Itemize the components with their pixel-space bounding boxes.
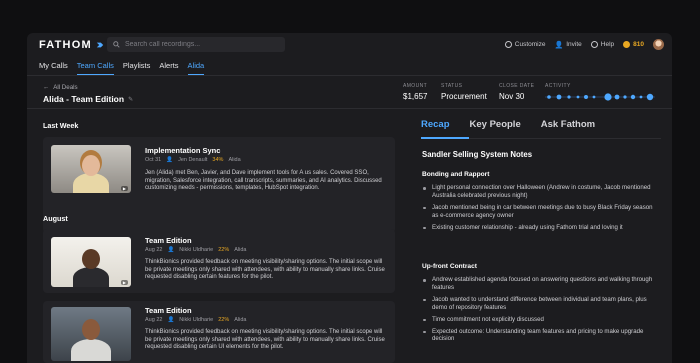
note-item: Andrew established agenda focused on ans… xyxy=(422,276,658,292)
logo[interactable]: FATHOM xyxy=(39,39,104,51)
stat-value: Procurement xyxy=(441,92,487,101)
note-item: Time commitment not explicitly discussed xyxy=(422,316,658,324)
arrow-left-icon: ← xyxy=(43,84,50,91)
back-to-deals-link[interactable]: ← All Deals xyxy=(43,84,78,91)
activity-timeline[interactable] xyxy=(545,91,655,103)
logo-mark-icon xyxy=(96,42,104,48)
call-company: Alida xyxy=(234,317,247,323)
main-nav: My Calls Team Calls Playlists Alerts Ali… xyxy=(39,61,205,75)
logo-text: FATHOM xyxy=(39,39,92,51)
stat-close-date: CLOSE DATE Nov 30 xyxy=(499,83,534,101)
section-heading-august: August xyxy=(43,214,68,223)
thumbnail-badge: ▶ xyxy=(120,280,128,285)
help-icon xyxy=(590,41,598,48)
note-item: Jacob wanted to understand difference be… xyxy=(422,296,658,312)
call-thumbnail[interactable] xyxy=(51,307,131,361)
header-divider xyxy=(27,108,672,109)
top-actions: Customize 👤 Invite Help 810 xyxy=(504,39,664,50)
back-label: All Deals xyxy=(53,84,78,91)
invite-label: Invite xyxy=(566,41,582,48)
call-date: Aug 22 xyxy=(145,247,163,253)
talk-percentage: 34% xyxy=(212,157,224,163)
tab-recap[interactable]: Recap xyxy=(421,119,450,135)
help-button[interactable]: Help xyxy=(590,41,615,48)
search-input[interactable] xyxy=(125,41,275,48)
search-icon xyxy=(113,41,120,48)
call-summary: ThinkBionics provided feedback on meetin… xyxy=(145,329,385,351)
credits-badge[interactable]: 810 xyxy=(623,41,644,48)
call-thumbnail[interactable]: ▶ xyxy=(51,145,131,193)
search-box[interactable] xyxy=(107,37,285,52)
call-company: Alida xyxy=(228,157,241,163)
section-heading-last-week: Last Week xyxy=(43,121,79,130)
call-card[interactable]: ▶ Implementation Sync Oct 31 👤 Jen Denau… xyxy=(43,137,395,233)
nav-item-alida[interactable]: Alida xyxy=(187,61,205,75)
call-title[interactable]: Team Edition xyxy=(145,236,192,245)
stat-value: $1,657 xyxy=(403,92,428,101)
user-avatar[interactable] xyxy=(653,39,664,50)
customize-label: Customize xyxy=(514,41,546,48)
nav-item-team-calls[interactable]: Team Calls xyxy=(76,61,114,75)
stat-label: ACTIVITY xyxy=(545,83,571,89)
call-title[interactable]: Team Edition xyxy=(145,306,192,315)
deal-title-text: Alida - Team Edition xyxy=(43,94,125,104)
call-title[interactable]: Implementation Sync xyxy=(145,146,220,155)
stat-amount: AMOUNT $1,657 xyxy=(403,83,427,101)
stat-label: STATUS xyxy=(441,83,463,89)
tab-ask-fathom[interactable]: Ask Fathom xyxy=(541,119,595,135)
active-tab-indicator xyxy=(421,137,469,139)
notes-group-heading: Bonding and Rapport xyxy=(422,171,490,178)
notes-group-heading: Up-front Contract xyxy=(422,263,477,270)
note-item: Existing customer relationship - already… xyxy=(422,224,658,232)
notes-title: Sandler Selling System Notes xyxy=(422,150,533,159)
note-item: Expected outcome: Understanding team fea… xyxy=(422,328,658,344)
edit-icon[interactable]: ✎ xyxy=(128,96,133,103)
gear-icon xyxy=(504,41,512,48)
coin-icon xyxy=(623,41,631,48)
person-icon: 👤 xyxy=(166,157,174,163)
call-meta: Aug 22 👤 Nikki Uldharie 22% Alida xyxy=(145,247,246,253)
deal-title: Alida - Team Edition ✎ xyxy=(43,94,133,104)
help-label: Help xyxy=(600,41,615,48)
talk-percentage: 22% xyxy=(218,317,230,323)
thumbnail-badge: ▶ xyxy=(120,186,128,191)
stat-activity: ACTIVITY xyxy=(545,83,571,89)
person-icon: 👤 xyxy=(167,317,175,323)
call-summary: ThinkBionics provided feedback on meetin… xyxy=(145,259,385,281)
stat-value: Nov 30 xyxy=(499,92,525,101)
nav-item-playlists[interactable]: Playlists xyxy=(123,61,151,75)
notes-list: Andrew established agenda focused on ans… xyxy=(422,276,658,347)
stat-status: STATUS Procurement xyxy=(441,83,487,101)
nav-divider xyxy=(27,75,672,76)
detail-tabs: Recap Key People Ask Fathom xyxy=(421,119,595,135)
customize-button[interactable]: Customize xyxy=(504,41,546,48)
notes-list: Light personal connection over Halloween… xyxy=(422,184,658,236)
call-meta: Aug 22 👤 Nikki Uldharie 22% Alida xyxy=(145,317,246,323)
invite-button[interactable]: 👤 Invite xyxy=(555,41,582,49)
call-meta: Oct 31 👤 Jen Denault 34% Alida xyxy=(145,157,241,163)
note-item: Light personal connection over Halloween… xyxy=(422,184,658,200)
call-thumbnail[interactable]: ▶ xyxy=(51,237,131,287)
call-summary: Jen (Alida) met Ben, Javier, and Dave im… xyxy=(145,170,382,192)
talk-percentage: 22% xyxy=(218,247,230,253)
call-date: Aug 22 xyxy=(145,317,163,323)
call-person: Nikki Uldharie xyxy=(179,317,214,323)
call-company: Alida xyxy=(234,247,247,253)
call-card[interactable]: ▶ Team Edition Aug 22 👤 Nikki Uldharie 2… xyxy=(43,229,395,293)
tab-key-people[interactable]: Key People xyxy=(470,119,521,135)
invite-icon: 👤 xyxy=(554,41,564,49)
nav-item-my-calls[interactable]: My Calls xyxy=(39,61,68,75)
call-card[interactable]: Team Edition Aug 22 👤 Nikki Uldharie 22%… xyxy=(43,301,395,363)
note-item: Jacob mentioned being in car between mee… xyxy=(422,204,658,220)
call-date: Oct 31 xyxy=(145,157,162,163)
credits-count: 810 xyxy=(633,41,644,48)
app-window: FATHOM Customize 👤 Invite Help xyxy=(27,33,672,363)
stat-label: AMOUNT xyxy=(403,83,428,89)
person-icon: 👤 xyxy=(167,247,175,253)
call-person: Nikki Uldharie xyxy=(179,247,214,253)
call-person: Jen Denault xyxy=(178,157,208,163)
top-bar: FATHOM Customize 👤 Invite Help xyxy=(27,33,672,57)
nav-item-alerts[interactable]: Alerts xyxy=(159,61,178,75)
stat-label: CLOSE DATE xyxy=(499,83,535,89)
